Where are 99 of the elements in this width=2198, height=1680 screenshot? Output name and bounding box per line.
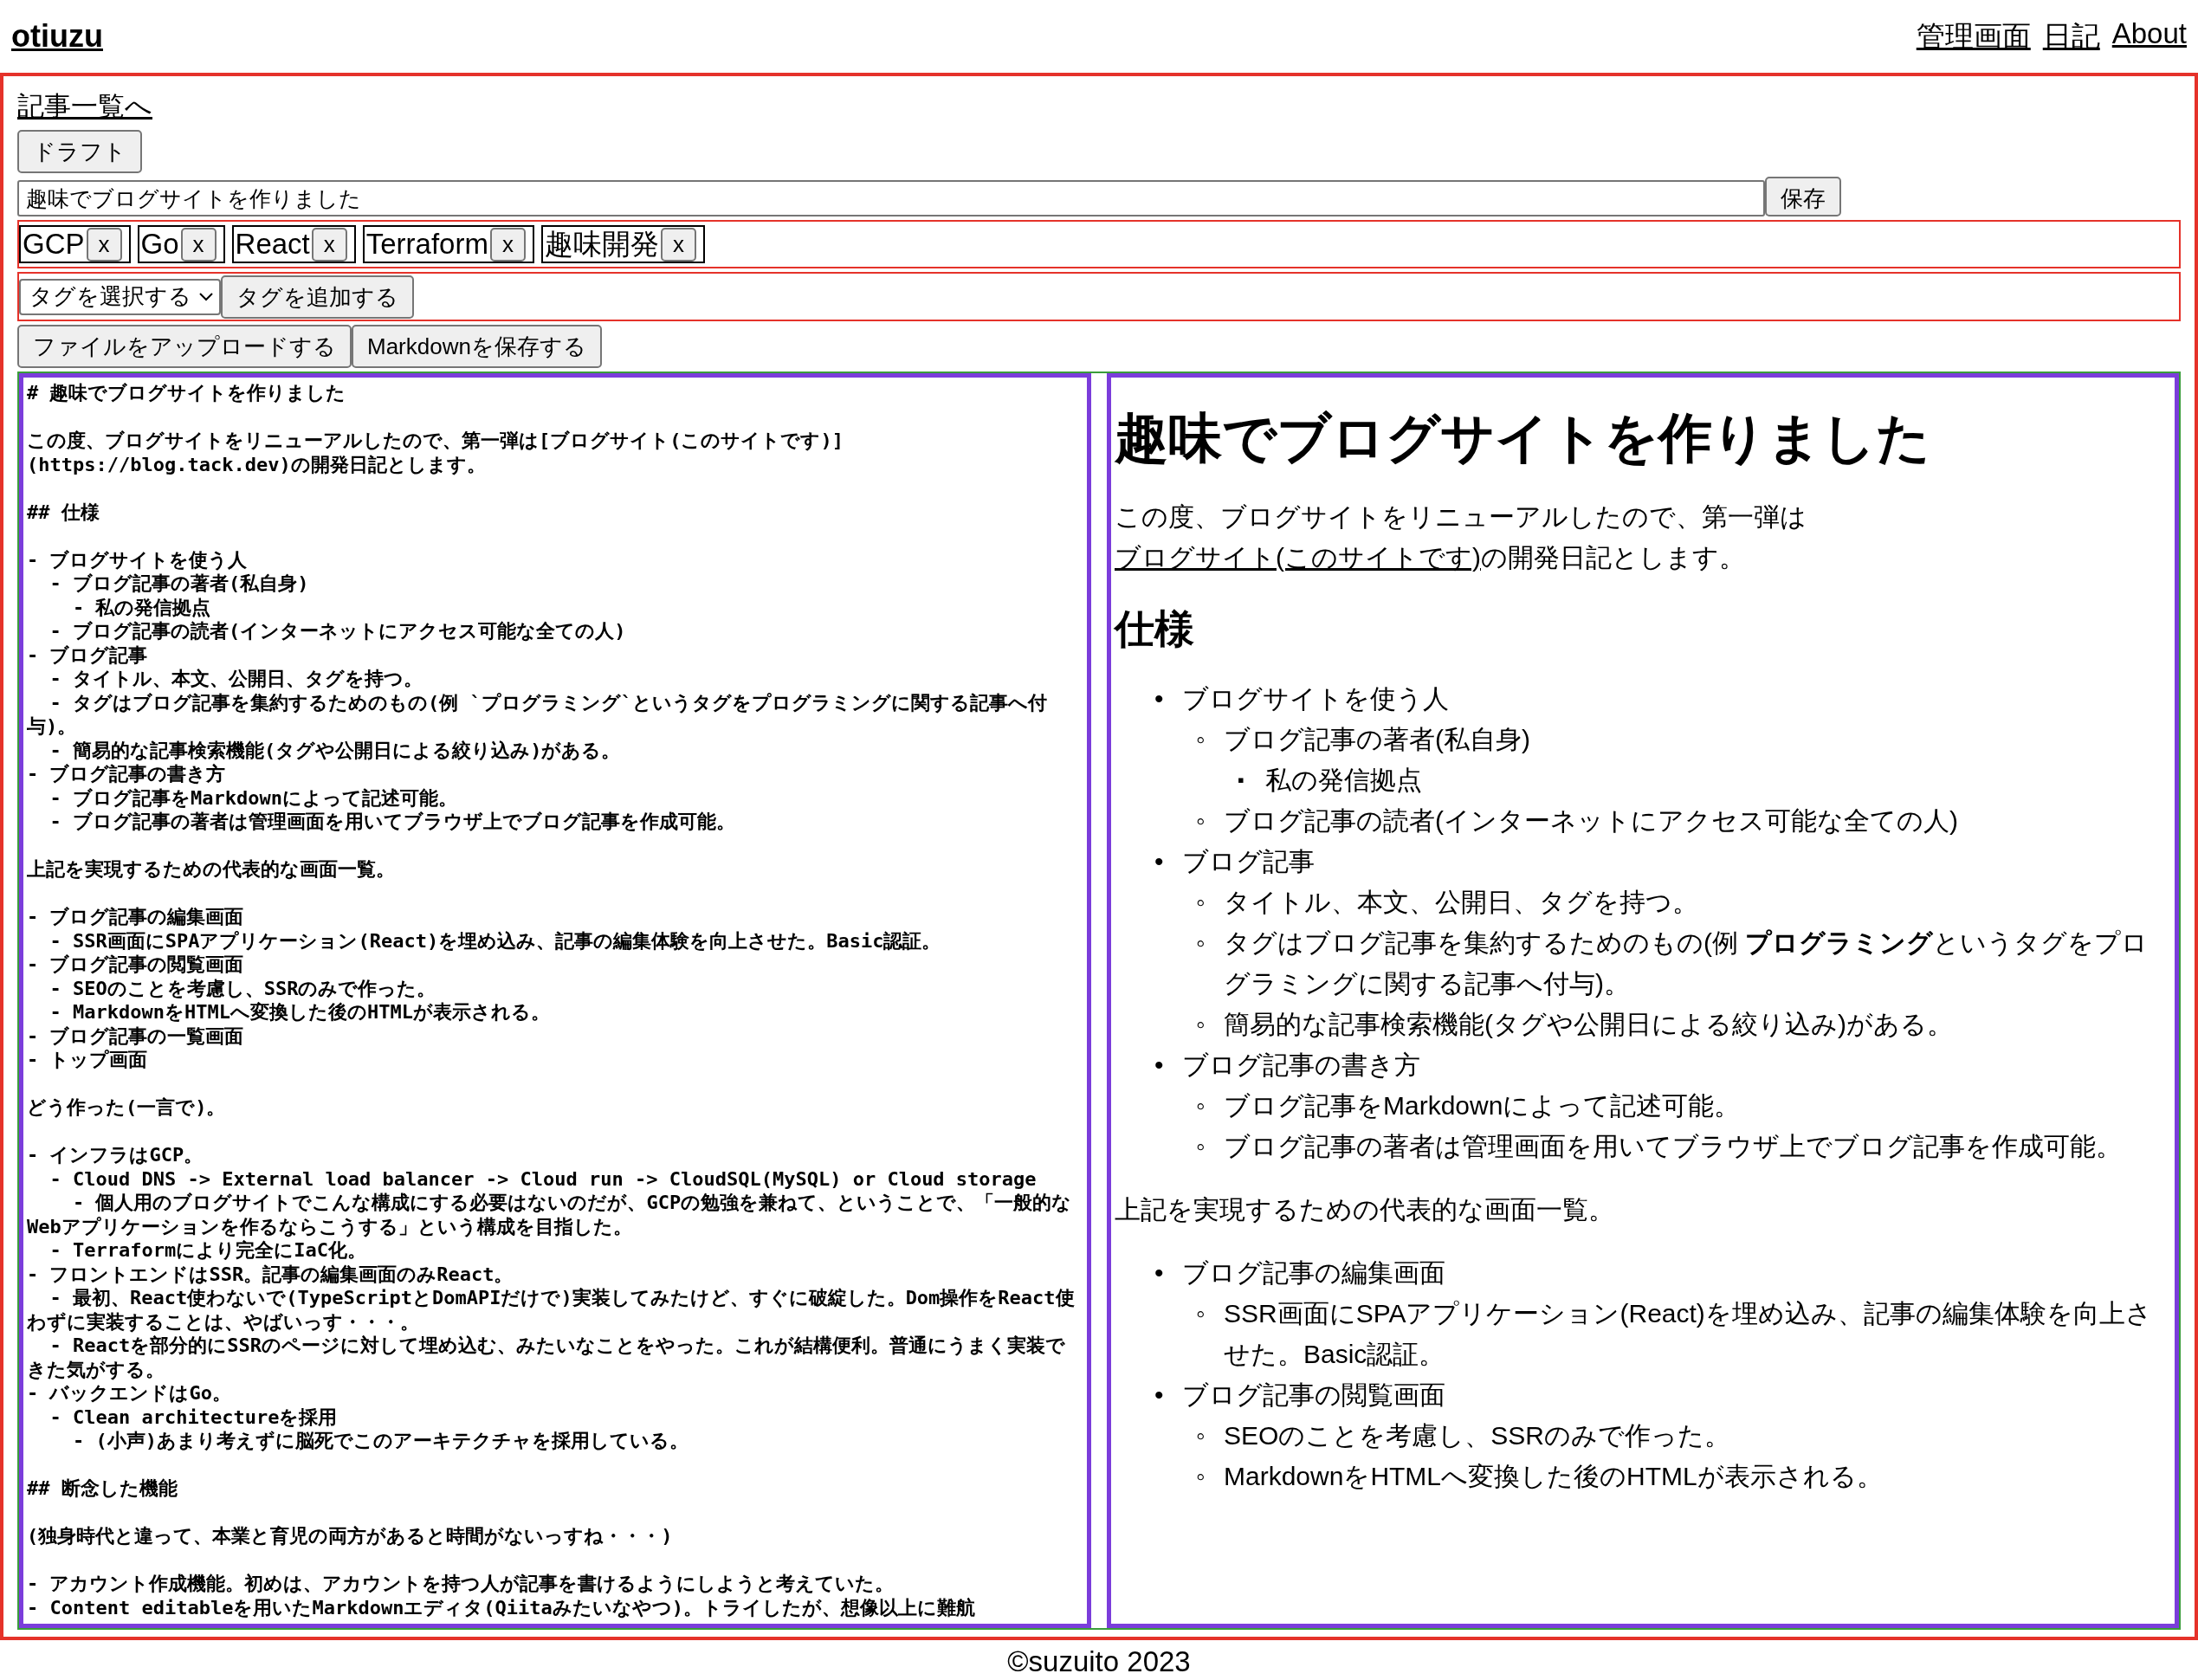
copyright-text: ©suzuito 2023 xyxy=(1007,1645,1191,1677)
tag-label: Go xyxy=(139,227,180,262)
tag-remove-button[interactable]: x xyxy=(311,227,347,262)
list-bullet: • xyxy=(1154,1379,1165,1411)
list-item-text: 簡易的な記事検索機能(タグや公開日による絞り込み)がある。 xyxy=(1224,1008,1953,1040)
markdown-line: - 私の発信拠点 xyxy=(72,595,212,620)
list-bullet: ◦ xyxy=(1196,1419,1206,1451)
list-bullet: • xyxy=(1154,845,1165,877)
markdown-line: ## 仕様 xyxy=(27,500,100,525)
markdown-line: (独身時代と違って、本業と育児の両方があると時間がないっすね・・・) xyxy=(27,1524,674,1548)
markdown-line: - ブログ記事の閲覧画面 xyxy=(27,953,245,977)
markdown-line: - Terraformにより完全にIaC化。 xyxy=(48,1238,367,1263)
list-bullet: • xyxy=(1154,1257,1165,1289)
list-bullet: • xyxy=(1154,682,1165,714)
markdown-line: - バックエンドはGo。 xyxy=(27,1381,232,1405)
markdown-line: - タイトル、本文、公開日、タグを持つ。 xyxy=(48,667,423,691)
nav-link[interactable]: About xyxy=(2111,16,2187,56)
list-bullet: ◦ xyxy=(1196,1089,1206,1121)
markdown-line: 上記を実現するための代表的な画面一覧。 xyxy=(27,857,396,882)
markdown-line: - Content editableを用いたMarkdownエディタ(Qiitaみたいなやつ)。トライしたが、想像以上に難航 xyxy=(27,1595,977,1620)
list-item-text: SEOのことを考慮し、SSRのみで作った。 xyxy=(1224,1419,1731,1451)
list-item-text: ブログ記事の編集画面 xyxy=(1182,1257,1445,1289)
upload-button[interactable]: ファイルをアップロードする xyxy=(17,325,352,369)
tag-remove-button[interactable]: x xyxy=(180,227,217,262)
markdown-line: - ブログ記事の読者(インターネットにアクセス可能な全ての人) xyxy=(48,619,627,643)
markdown-line: - Clean architectureを採用 xyxy=(48,1405,339,1430)
markdown-line: - ブログ記事の編集画面 xyxy=(27,905,245,929)
tag-label: 趣味開発 xyxy=(543,227,660,262)
list-bullet: ◦ xyxy=(1196,886,1206,918)
back-link[interactable]: 記事一覧へ xyxy=(17,88,152,125)
markdown-line: - Reactを部分的にSSRのページに対して埋め込む、みたいなことをやった。これが結構便利。普通にうまく実装できた気がする。 xyxy=(27,1334,1066,1382)
preview-subheading: 仕様 xyxy=(1115,604,1195,653)
list-bullet: ◦ xyxy=(1196,1130,1206,1162)
list-item-text: ブログ記事の著者は管理画面を用いてブラウザ上でブログ記事を作成可能。 xyxy=(1224,1130,2122,1162)
add-tag-button[interactable]: タグを追加する xyxy=(221,275,414,319)
preview-link[interactable]: ブログサイト(このサイトです) xyxy=(1115,542,1481,572)
list-item-text: ブログ記事の書き方 xyxy=(1182,1049,1420,1081)
site-logo[interactable]: otiuzu xyxy=(11,18,103,55)
markdown-line: どう作った(一言で)。 xyxy=(27,1095,227,1120)
tag-remove-button[interactable]: x xyxy=(86,227,122,262)
markdown-line: - ブログ記事の著者(私自身) xyxy=(48,572,310,596)
list-bullet: ◦ xyxy=(1196,1008,1206,1040)
list-item-text: ブログ記事の読者(インターネットにアクセス可能な全ての人) xyxy=(1224,804,1958,837)
markdown-line: - タグはブログ記事を集約するためのもの(例 `プログラミング`というタグをプログラミングに関する記事へ付与)。 xyxy=(27,690,1048,739)
markdown-line: - ブログ記事の著者は管理画面を用いてブラウザ上でブログ記事を作成可能。 xyxy=(48,810,736,834)
draft-button[interactable]: ドラフト xyxy=(17,130,142,173)
list-item-text: SSR画面にSPAアプリケーション(React)を埋め込み、記事の編集体験を向上させた。Basic認証。 xyxy=(1224,1297,2153,1370)
list-item-text: ブログサイトを使う人 xyxy=(1182,682,1449,714)
tag-label: GCP xyxy=(22,227,86,262)
tag-remove-button[interactable]: x xyxy=(660,227,696,262)
list-item-text: MarkdownをHTMLへ変換した後のHTMLが表示される。 xyxy=(1224,1460,1883,1492)
markdown-editor[interactable] xyxy=(19,373,1091,1628)
markdown-line: - トップ画面 xyxy=(27,1048,149,1072)
markdown-line: - ブログ記事をMarkdownによって記述可能。 xyxy=(48,785,458,811)
save-button[interactable]: 保存 xyxy=(1765,177,1841,216)
tag-label: Terraform xyxy=(365,227,489,262)
markdown-line: - MarkdownをHTMLへ変換した後のHTMLが表示される。 xyxy=(48,1000,551,1024)
list-bullet: ◦ xyxy=(1196,1297,1206,1329)
preview-paragraph: 上記を実現するための代表的な画面一覧。 xyxy=(1115,1193,1615,1225)
markdown-line: - ブログ記事 xyxy=(27,643,149,668)
list-item-text: ブログ記事の閲覧画面 xyxy=(1182,1379,1445,1411)
nav-link[interactable]: 日記 xyxy=(2042,16,2100,56)
nav-link[interactable]: 管理画面 xyxy=(1916,16,2031,56)
markdown-line: - ブログサイトを使う人 xyxy=(27,547,249,572)
list-bullet: ◦ xyxy=(1196,723,1206,755)
markdown-line: - SEOのことを考慮し、SSRのみで作った。 xyxy=(48,976,437,1001)
markdown-line: - Cloud DNS -> External load balancer -> Cloud run -> CloudSQL(MySQL) or Cloud storage xyxy=(48,1166,1038,1192)
list-bullet: • xyxy=(1154,1049,1165,1081)
list-item-text: ブログ記事の著者(私自身) xyxy=(1224,723,1530,755)
markdown-line: - (小声)あまり考えずに脳死でこのアーキテクチャを採用している。 xyxy=(72,1429,689,1453)
markdown-line: この度、ブログサイトをリニューアルしたので、第一弾は[ブログサイト(このサイトです)](https://blog.tack.dev)の開発日記とします。 xyxy=(27,429,844,477)
list-item-text: ブログ記事 xyxy=(1182,845,1315,877)
markdown-line: - 簡易的な記事検索機能(タグや公開日による絞り込み)がある。 xyxy=(48,738,622,763)
markdown-line: - SSR画面にSPAアプリケーション(React)を埋め込み、記事の編集体験を向上させた。Basic認証。 xyxy=(48,928,942,953)
list-item-text: タグはブログ記事を集約するためのもの(例 プログラミングというタグをプログラミングに関する記事へ付与)。 xyxy=(1224,927,2150,999)
list-bullet: ◦ xyxy=(1196,804,1206,837)
markdown-line: - ブログ記事の書き方 xyxy=(27,762,227,786)
tag-remove-button[interactable]: x xyxy=(489,227,526,262)
tag-select[interactable]: タグを選択する xyxy=(19,278,221,315)
markdown-line: - インフラはGCP。 xyxy=(27,1143,204,1167)
list-bullet: ▪ xyxy=(1238,767,1245,792)
markdown-line: ## 断念した機能 xyxy=(27,1476,178,1501)
list-bullet: ◦ xyxy=(1196,927,1206,959)
markdown-line: - 個人用のブログサイトでこんな構成にする必要はないのだが、GCPの勉強を兼ねて、ということで、「一般的なWebアプリケーションを作るならこうする」という構成を目指した。 xyxy=(27,1191,1073,1239)
tag-label: React xyxy=(234,227,311,262)
markdown-line: - 最初、React使わないで(TypeScriptとDomAPIだけで)実装してみたけど、すぐに破綻した。Dom操作をReact使わずに実装することは、やばいっす・・・。 xyxy=(27,1286,1076,1334)
markdown-line: - フロントエンドはSSR。記事の編集画面のみReact。 xyxy=(27,1262,514,1287)
list-item-text: ブログ記事をMarkdownによって記述可能。 xyxy=(1224,1089,1741,1121)
title-field[interactable]: 趣味でブログサイトを作りました xyxy=(17,180,1765,216)
save-markdown-button[interactable]: Markdownを保存する xyxy=(352,325,602,369)
list-item-text: タイトル、本文、公開日、タグを持つ。 xyxy=(1224,886,1698,918)
markdown-line: - ブログ記事の一覧画面 xyxy=(27,1024,245,1049)
chevron-down-icon xyxy=(198,291,214,302)
preview-paragraph: この度、ブログサイトをリニューアルしたので、第一弾は ブログサイト(このサイトです)の開発日記とします。 xyxy=(1115,501,1807,573)
markdown-line: # 趣味でブログサイトを作りました xyxy=(27,381,347,405)
markdown-line: - アカウント作成機能。初めは、アカウントを持つ人が記事を書けるようにしようと考えていた。 xyxy=(27,1572,895,1596)
list-bullet: ◦ xyxy=(1196,1460,1206,1492)
list-item-text: 私の発信拠点 xyxy=(1265,764,1422,796)
preview-heading: 趣味でブログサイトを作りました xyxy=(1115,407,1931,470)
